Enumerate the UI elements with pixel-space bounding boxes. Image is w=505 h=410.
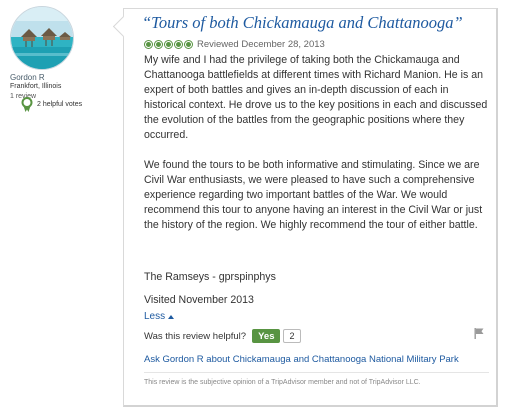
helpful-feedback: Was this review helpful? Yes 2 xyxy=(144,328,301,344)
rating-bubble-icon xyxy=(174,39,183,49)
ask-reviewer-link[interactable]: Ask Gordon R about Chickamauga and Chatt… xyxy=(144,354,459,365)
reviewer-location: Frankfort, Illinois xyxy=(10,83,62,90)
reviewer-avatar[interactable] xyxy=(10,6,74,70)
rating-bubble-icon xyxy=(184,39,193,49)
chevron-up-icon xyxy=(168,314,175,319)
review-body: My wife and I had the privilege of takin… xyxy=(144,53,489,248)
flag-icon[interactable] xyxy=(474,328,484,339)
review-disclaimer: This review is the subjective opinion of… xyxy=(144,379,421,386)
review-signature: The Ramseys - gprspinphys xyxy=(144,271,276,283)
beach-bungalow-avatar-icon xyxy=(11,7,73,69)
rating-bubble-icon xyxy=(164,39,173,49)
helpful-votes-badge-icon xyxy=(21,97,33,112)
helpful-count: 2 xyxy=(283,329,301,343)
review-paragraph-2: We found the tours to be both informativ… xyxy=(144,159,483,231)
reviewer-helpful-votes: 2 helpful votes xyxy=(37,101,83,108)
review-rating: Reviewed December 28, 2013 xyxy=(144,38,325,50)
review-date: Reviewed December 28, 2013 xyxy=(197,38,325,50)
reviewer-name[interactable]: Gordon R xyxy=(10,73,45,82)
review-page: Gordon R Frankfort, Illinois 1 review 2 … xyxy=(0,0,505,410)
divider xyxy=(144,372,489,373)
less-link[interactable]: Less xyxy=(144,311,175,322)
rating-bubble-icon xyxy=(144,39,153,49)
rating-bubble-icon xyxy=(154,39,163,49)
less-label: Less xyxy=(144,311,166,322)
review-paragraph-1: My wife and I had the privilege of takin… xyxy=(144,54,488,141)
helpful-question: Was this review helpful? xyxy=(144,330,247,342)
visit-date: Visited November 2013 xyxy=(144,294,254,306)
yes-helpful-button[interactable]: Yes xyxy=(252,329,281,343)
review-title[interactable]: “Tours of both Chickamauga and Chattanoo… xyxy=(142,13,463,33)
rating-bubbles xyxy=(144,39,193,49)
card-pointer xyxy=(112,15,135,38)
review-card: “Tours of both Chickamauga and Chattanoo… xyxy=(112,8,498,407)
